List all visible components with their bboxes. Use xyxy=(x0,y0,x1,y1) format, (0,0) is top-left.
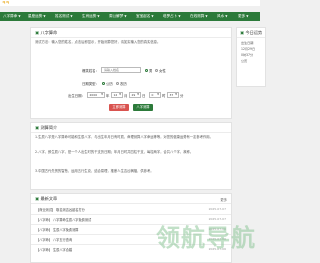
nav-item-baby-name[interactable]: 宝宝起名▼ xyxy=(136,12,154,21)
minute-unit: 分 xyxy=(180,94,184,98)
side-line: 0时37分 xyxy=(241,53,254,57)
site-logo[interactable]: ㅋㅋ xyxy=(2,0,9,6)
star-icon: ▣ xyxy=(240,30,244,35)
divider xyxy=(31,132,231,133)
nav-item-name-test[interactable]: 姓名测试▼ xyxy=(55,12,73,21)
day-select[interactable]: 29 ▼ xyxy=(129,92,141,98)
article-row[interactable]: 【商业测试】 取名测吉凶起名打分 2025-07-07 xyxy=(31,205,231,214)
intro-paragraph-2: 2.八字，即生辰八字，是一个人出生时的干支历日期；年月日时共四柱干支，每柱两字，… xyxy=(35,150,194,154)
calendar-type-label: 日期类型： xyxy=(82,82,99,86)
submit-button[interactable]: 立即测算 xyxy=(109,104,129,111)
intro-paragraph-3: 3.中国古代先贤的智慧，运用五行生克，结合易理，推断人生吉凶祸福，供参考。 xyxy=(35,169,154,173)
calendar-solar-label: 公历 xyxy=(106,82,113,86)
nav-item-tarot[interactable]: 塔罗占卜▼ xyxy=(163,12,181,21)
intro-paragraph-1: 1.生辰八字是八字算命可能和生辰八字、与出生年月日有时辰，命理测算八字命运等等，… xyxy=(35,135,213,139)
panel-title: ▣ 最新文章 xyxy=(35,196,58,201)
top-bar: ㅋㅋ xyxy=(0,0,260,6)
nav-item-online[interactable]: 在线测算▼ xyxy=(190,12,208,21)
calendar-icon: ▣ xyxy=(35,30,39,35)
intro-panel: ▣ 测算简介 1.生辰八字是八字算命可能和生辰八字、与出生年月日有时辰，命理测算八… xyxy=(30,122,232,190)
form-description: 测试方法：输入您的姓名，点击后即显示，开始测算您好，请如实输入您的真实信息。 xyxy=(35,40,161,44)
minute-select[interactable]: 37 ▼ xyxy=(167,92,179,98)
side-panel: ▣ 今日运势 出生日期 12月29日 0时37分 公历 xyxy=(236,27,266,87)
name-input[interactable] xyxy=(101,67,141,73)
nav-item-more[interactable]: 更多▼ xyxy=(238,12,248,21)
hour-unit: 时 xyxy=(162,94,166,98)
calendar-solar-radio[interactable] xyxy=(102,81,105,85)
list-icon: ▣ xyxy=(35,196,39,201)
nav-item-horoscope[interactable]: 星座运势▼ xyxy=(28,12,46,21)
nav-item-zodiac[interactable]: 生肖运势▼ xyxy=(82,12,100,21)
nav-item-fengshui[interactable]: 风水▼ xyxy=(217,12,227,21)
panel-title: ▣ 八字算命 xyxy=(35,30,58,35)
month-unit: 月 xyxy=(124,94,128,98)
gender-male-label: 男 xyxy=(149,69,153,73)
year-select[interactable]: 2000 ▼ xyxy=(87,92,105,98)
gender-male-radio[interactable] xyxy=(145,68,148,72)
name-label: 爆笑姓名： xyxy=(82,69,99,73)
side-line: 公历 xyxy=(241,59,248,63)
document-icon: ▣ xyxy=(35,125,39,130)
birth-date-label: 出生日期： xyxy=(68,94,85,98)
gender-female-label: 女性 xyxy=(159,69,166,73)
nav-item-dream[interactable]: 周公解梦▼ xyxy=(109,12,127,21)
calendar-lunar-label: 农历 xyxy=(120,82,127,86)
calendar-lunar-radio[interactable] xyxy=(116,81,119,85)
panel-title: ▣ 测算简介 xyxy=(35,125,58,130)
more-link[interactable]: 更多 xyxy=(220,197,227,202)
divider xyxy=(237,37,265,38)
gender-female-radio[interactable] xyxy=(155,68,158,72)
main-nav: 八字算命▼ 星座运势▼ 姓名测试▼ 生肖运势▼ 周公解梦▼ 宝宝起名▼ 塔罗占卜… xyxy=(0,12,260,21)
year-unit: 年 xyxy=(106,94,110,98)
reset-button[interactable]: 八字测算 xyxy=(133,104,153,111)
divider xyxy=(31,37,231,38)
side-line: 出生日期 xyxy=(241,41,254,45)
bazi-form-panel: ▣ 八字算命 测试方法：输入您的姓名，点击后即显示，开始测算您好，请如实输入您的真… xyxy=(30,27,232,119)
hour-select[interactable]: 0 ▼ xyxy=(149,92,161,98)
divider xyxy=(31,203,231,204)
month-select[interactable]: 12 ▼ xyxy=(111,92,123,98)
watermark: 领航导航 xyxy=(156,224,256,252)
side-panel-title: ▣ 今日运势 xyxy=(240,30,263,35)
side-line: 12月29日 xyxy=(241,47,256,51)
day-unit: 日 xyxy=(142,94,146,98)
nav-item-bazi[interactable]: 八字算命▼ xyxy=(3,12,21,21)
